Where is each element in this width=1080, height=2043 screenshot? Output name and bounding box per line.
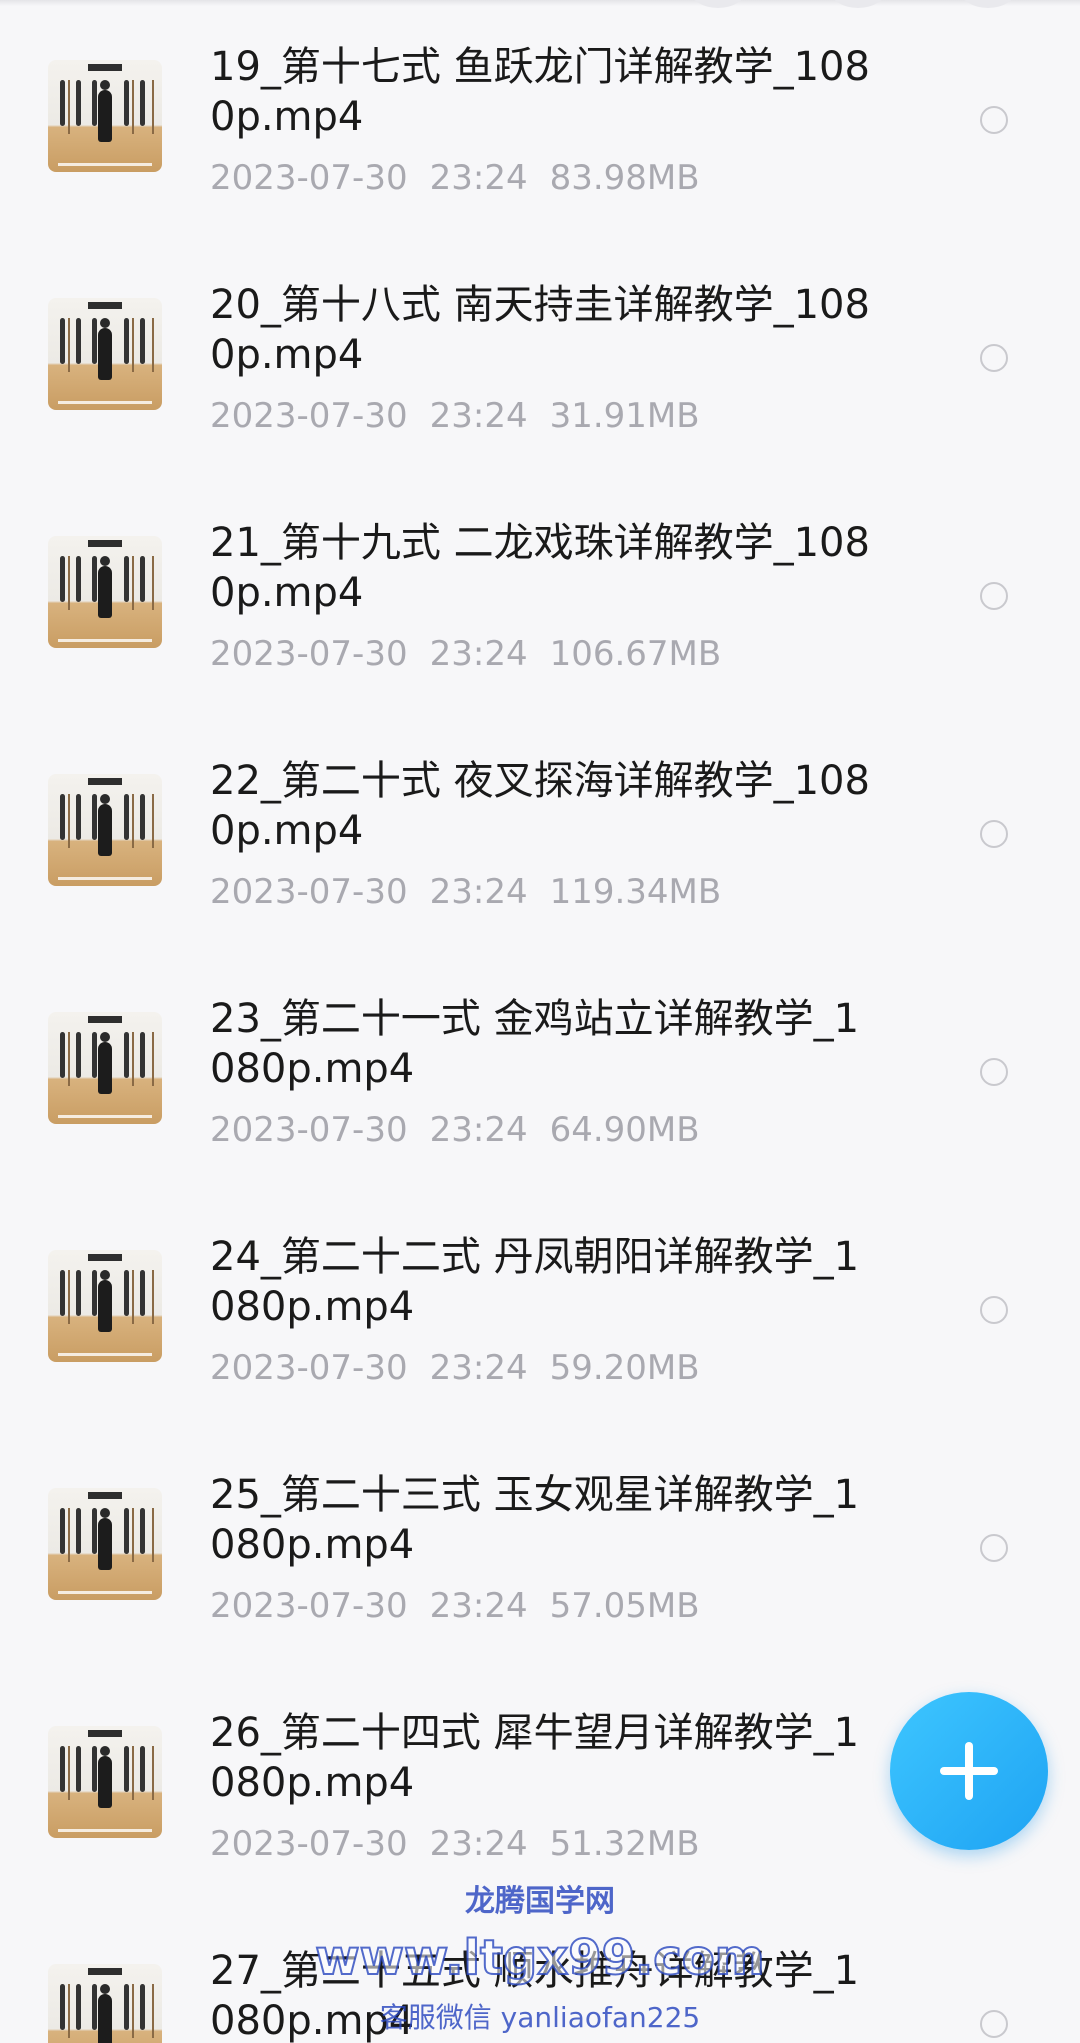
file-meta: 2023-07-30 23:24 57.05MB [210,1586,722,1626]
file-name: 26_第二十四式 犀牛望月详解教学_1080p.mp4 [210,1710,860,1806]
video-thumbnail-icon [48,536,162,648]
file-size: 57.05MB [549,1586,700,1626]
plus-icon [965,1742,973,1800]
radio-circle-icon[interactable] [980,344,1008,372]
file-name: 19_第十七式 鱼跃龙门详解教学_1080p.mp4 [210,44,870,140]
video-thumbnail-icon [48,298,162,410]
radio-circle-icon[interactable] [980,1534,1008,1562]
file-size: 31.91MB [549,396,700,436]
file-date: 2023-07-30 [210,872,408,912]
radio-circle-icon[interactable] [980,1058,1008,1086]
file-item[interactable]: 22_第二十式 夜叉探海详解教学_1080p.mp4 2023-07-30 23:2… [0,714,1080,952]
file-item[interactable]: 27_第二十五式 顺水推舟详解教学_1080p.mp4 [0,1904,1080,2043]
video-thumbnail-icon [48,1012,162,1124]
file-time: 23:24 [429,872,528,912]
file-time: 23:24 [429,634,528,674]
file-item[interactable]: 19_第十七式 鱼跃龙门详解教学_1080p.mp4 2023-07-30 23:2… [0,0,1080,238]
file-time: 23:24 [429,1110,528,1150]
video-thumbnail-icon [48,1250,162,1362]
file-date: 2023-07-30 [210,396,408,436]
file-name: 20_第十八式 南天持圭详解教学_1080p.mp4 [210,282,870,378]
file-item[interactable]: 20_第十八式 南天持圭详解教学_1080p.mp4 2023-07-30 23:2… [0,238,1080,476]
file-date: 2023-07-30 [210,1586,408,1626]
file-size: 83.98MB [549,158,700,198]
file-name: 21_第十九式 二龙戏珠详解教学_1080p.mp4 [210,520,870,616]
file-time: 23:24 [429,1586,528,1626]
video-thumbnail-icon [48,60,162,172]
file-time: 23:24 [429,1824,528,1864]
file-item[interactable]: 21_第十九式 二龙戏珠详解教学_1080p.mp4 2023-07-30 23:2… [0,476,1080,714]
file-size: 51.32MB [549,1824,700,1864]
file-meta: 2023-07-30 23:24 83.98MB [210,158,722,198]
radio-circle-icon[interactable] [980,582,1008,610]
add-button[interactable] [890,1692,1048,1850]
file-size: 59.20MB [549,1348,700,1388]
file-time: 23:24 [429,396,528,436]
file-meta: 2023-07-30 23:24 51.32MB [210,1824,722,1864]
file-date: 2023-07-30 [210,1348,408,1388]
file-date: 2023-07-30 [210,1110,408,1150]
file-date: 2023-07-30 [210,158,408,198]
radio-circle-icon[interactable] [980,2010,1008,2038]
file-time: 23:24 [429,158,528,198]
file-item[interactable]: 25_第二十三式 玉女观星详解教学_1080p.mp4 2023-07-30 23:… [0,1428,1080,1666]
video-thumbnail-icon [48,1726,162,1838]
file-size: 106.67MB [549,634,722,674]
file-item[interactable]: 23_第二十一式 金鸡站立详解教学_1080p.mp4 2023-07-30 23:… [0,952,1080,1190]
file-size: 119.34MB [549,872,722,912]
video-thumbnail-icon [48,774,162,886]
file-date: 2023-07-30 [210,634,408,674]
file-meta: 2023-07-30 23:24 119.34MB [210,872,743,912]
file-meta: 2023-07-30 23:24 106.67MB [210,634,743,674]
file-name: 23_第二十一式 金鸡站立详解教学_1080p.mp4 [210,996,860,1092]
file-name: 25_第二十三式 玉女观星详解教学_1080p.mp4 [210,1472,860,1568]
file-item[interactable]: 24_第二十二式 丹凤朝阳详解教学_1080p.mp4 2023-07-30 23:… [0,1190,1080,1428]
file-name: 24_第二十二式 丹凤朝阳详解教学_1080p.mp4 [210,1234,860,1330]
video-thumbnail-icon [48,1488,162,1600]
video-thumbnail-icon [48,1964,162,2043]
file-meta: 2023-07-30 23:24 59.20MB [210,1348,722,1388]
radio-circle-icon[interactable] [980,106,1008,134]
radio-circle-icon[interactable] [980,1296,1008,1324]
file-date: 2023-07-30 [210,1824,408,1864]
file-size: 64.90MB [549,1110,700,1150]
file-meta: 2023-07-30 23:24 64.90MB [210,1110,722,1150]
file-name: 27_第二十五式 顺水推舟详解教学_1080p.mp4 [210,1948,860,2043]
file-meta: 2023-07-30 23:24 31.91MB [210,396,722,436]
file-time: 23:24 [429,1348,528,1388]
file-browser-screen: 19_第十七式 鱼跃龙门详解教学_1080p.mp4 2023-07-30 23:2… [0,0,1080,2043]
radio-circle-icon[interactable] [980,820,1008,848]
file-name: 22_第二十式 夜叉探海详解教学_1080p.mp4 [210,758,870,854]
